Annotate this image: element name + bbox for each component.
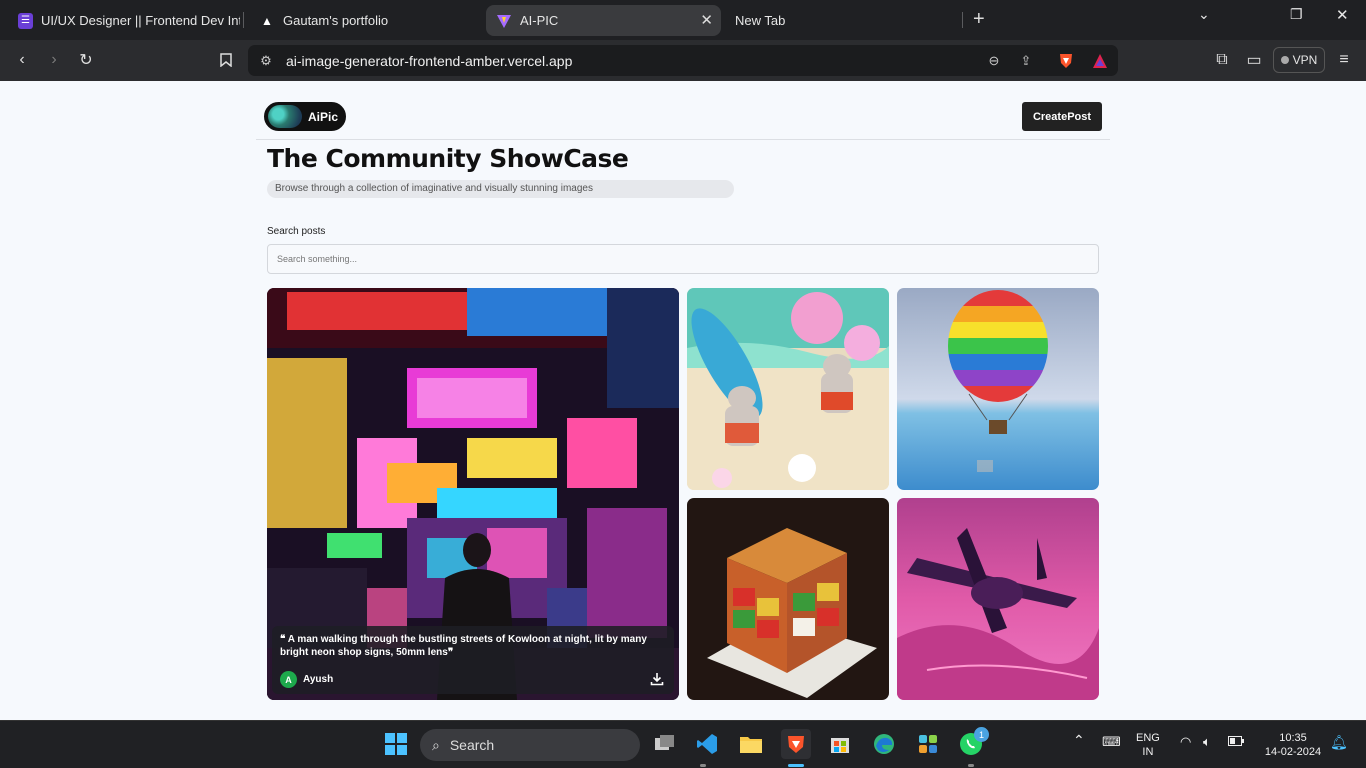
browser-tab-strip: ☰ UI/UX Designer || Frontend Dev Inter ▲… xyxy=(0,0,1366,40)
post-caption-overlay: ❝ A man walking through the bustling str… xyxy=(272,626,674,694)
close-tab-icon[interactable]: ✕ xyxy=(700,11,713,29)
keyboard-icon[interactable]: ⌨ xyxy=(1102,735,1121,749)
create-post-button[interactable]: CreatePost xyxy=(1022,102,1102,131)
purple-list-icon: ☰ xyxy=(18,12,33,29)
post-card-surfing-mice[interactable] xyxy=(687,288,889,490)
notification-bell-icon[interactable]: 🔔︎ xyxy=(1330,735,1348,749)
tab-gautam-portfolio[interactable]: ▲ Gautam's portfolio xyxy=(249,5,481,36)
vscode-running-indicator xyxy=(700,764,706,767)
whatsapp-running-indicator xyxy=(968,764,974,767)
clock[interactable]: 10:35 14-02-2024 xyxy=(1260,731,1326,759)
site-settings-icon[interactable]: ⚙ xyxy=(257,52,275,70)
search-input[interactable] xyxy=(267,244,1099,274)
author-name: Ayush xyxy=(303,674,334,685)
page-title: The Community ShowCase xyxy=(267,144,629,173)
bookmark-icon[interactable] xyxy=(216,50,236,70)
taskbar-search[interactable]: ⌕ Search xyxy=(420,729,640,761)
close-window-icon[interactable]: ✕ xyxy=(1336,6,1349,24)
post-card-kowloon[interactable]: ❝ A man walking through the bustling str… xyxy=(267,288,679,700)
triangle-icon: ▲ xyxy=(261,13,273,28)
show-hidden-icons-chevron-icon[interactable]: ⌃ xyxy=(1073,733,1085,747)
header-divider xyxy=(256,139,1110,140)
page-content: AiPic CreatePost The Community ShowCase … xyxy=(0,81,1366,720)
vscode-icon[interactable] xyxy=(692,729,722,759)
neon-aircraft-image xyxy=(897,498,1099,700)
tab-ai-pic[interactable]: AI-PIC ✕ xyxy=(486,5,721,36)
vite-icon xyxy=(496,13,512,29)
search-label: Search posts xyxy=(267,226,326,237)
app-logo[interactable]: AiPic xyxy=(264,102,346,131)
volume-icon[interactable]: 🔈︎ xyxy=(1203,735,1211,749)
edge-icon[interactable] xyxy=(869,729,899,759)
post-card-neon-aircraft[interactable] xyxy=(897,498,1099,700)
vpn-status-icon xyxy=(1280,56,1289,64)
app-icon[interactable] xyxy=(913,729,943,759)
vpn-button[interactable]: VPN xyxy=(1273,47,1325,73)
share-icon[interactable]: ⇪ xyxy=(1017,52,1035,70)
battery-icon[interactable] xyxy=(1228,736,1244,750)
wifi-icon[interactable]: ◠ xyxy=(1180,735,1191,749)
tab-new-tab[interactable]: New Tab xyxy=(725,5,955,36)
brave-shield-icon[interactable] xyxy=(1057,52,1075,70)
search-icon: ⌕ xyxy=(432,736,440,753)
language-indicator[interactable]: ENG IN xyxy=(1136,731,1160,759)
tab-separator xyxy=(962,12,963,28)
file-explorer-icon[interactable] xyxy=(736,729,766,759)
brave-rewards-icon[interactable] xyxy=(1091,52,1109,70)
page-subtitle: Browse through a collection of imaginati… xyxy=(267,180,734,198)
windows-taskbar: ⌕ Search 1 ⌃ ⌨ ENG IN ◠ 🔈︎ 10:35 14-02-2… xyxy=(0,720,1366,768)
download-icon[interactable] xyxy=(650,672,664,686)
forward-icon[interactable]: › xyxy=(44,50,64,70)
extensions-icon[interactable]: ⧉ xyxy=(1212,50,1232,70)
post-author-row: A Ayush xyxy=(280,671,333,688)
wallet-icon[interactable]: ▭ xyxy=(1244,50,1264,70)
author-avatar: A xyxy=(280,671,297,688)
menu-icon[interactable]: ≡ xyxy=(1334,50,1354,70)
brave-browser-icon[interactable] xyxy=(781,729,811,759)
back-icon[interactable]: ‹ xyxy=(12,50,32,70)
zoom-icon[interactable]: ⊖ xyxy=(985,52,1003,70)
reload-icon[interactable]: ↻ xyxy=(76,50,96,70)
browser-toolbar: ‹ › ↻ ⚙ ai-image-generator-frontend-ambe… xyxy=(0,40,1366,81)
post-prompt: ❝ A man walking through the bustling str… xyxy=(280,634,647,658)
whatsapp-notification-badge: 1 xyxy=(974,727,989,742)
hot-air-balloon-image xyxy=(897,288,1099,490)
microsoft-store-icon[interactable] xyxy=(825,729,855,759)
address-bar[interactable]: ⚙ ai-image-generator-frontend-amber.verc… xyxy=(248,45,1118,76)
url-text[interactable]: ai-image-generator-frontend-amber.vercel… xyxy=(286,53,572,69)
surfing-mice-image xyxy=(687,288,889,490)
restore-window-icon[interactable]: ❐ xyxy=(1290,6,1303,23)
tab-list-chevron-icon[interactable]: ⌄ xyxy=(1198,6,1210,23)
post-card-sandwich-cube[interactable] xyxy=(687,498,889,700)
windows-start-icon[interactable] xyxy=(381,729,411,759)
post-card-hot-air-balloon[interactable] xyxy=(897,288,1099,490)
sandwich-cube-image xyxy=(687,498,889,700)
tab-separator xyxy=(243,12,244,28)
logo-image xyxy=(268,105,302,128)
brave-running-indicator xyxy=(788,764,804,767)
task-view-icon[interactable] xyxy=(650,729,680,759)
new-tab-button[interactable]: + xyxy=(973,9,985,29)
tab-uiux-designer[interactable]: ☰ UI/UX Designer || Frontend Dev Inter xyxy=(8,5,240,36)
